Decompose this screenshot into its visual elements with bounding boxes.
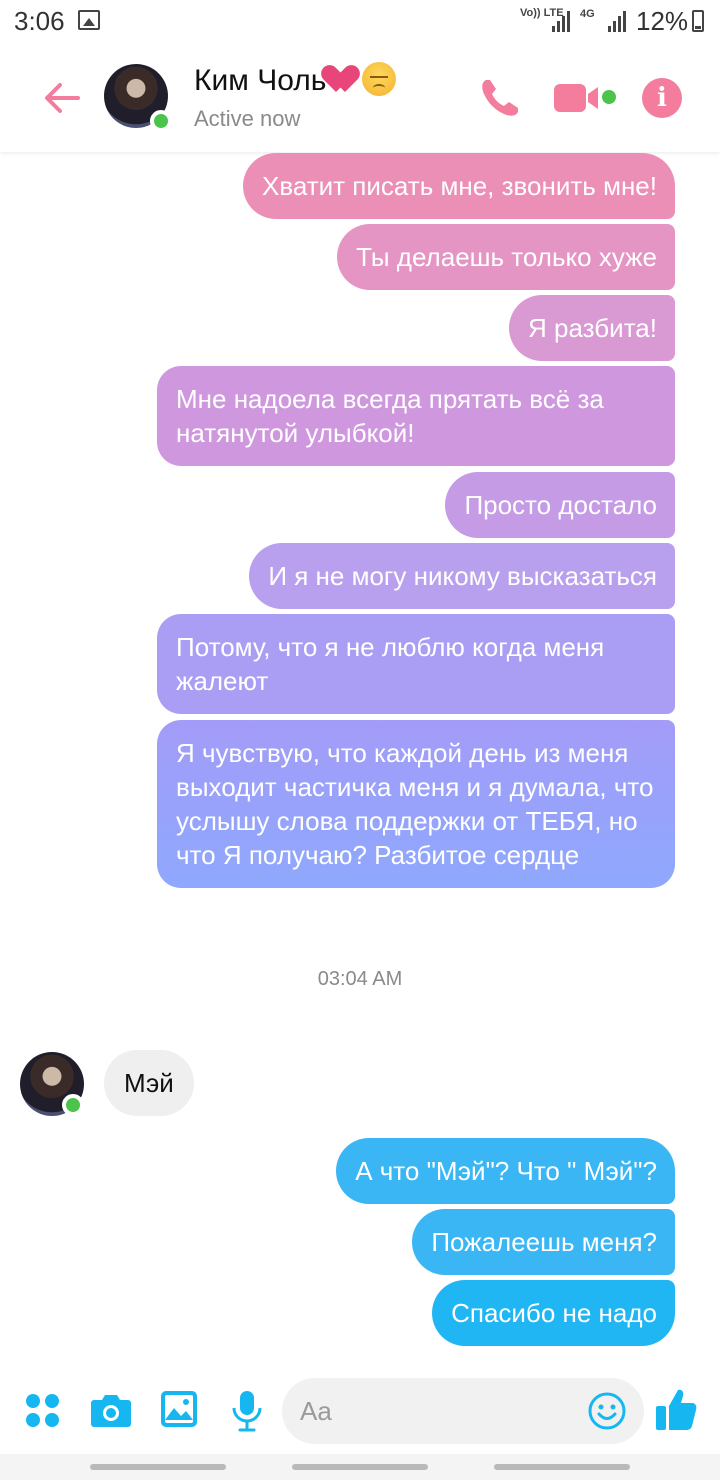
status-bar: 3:06 Vo)) LTE 4G 12%	[0, 0, 720, 44]
microphone-icon[interactable]	[230, 1390, 264, 1432]
phone-icon[interactable]	[476, 74, 524, 122]
signal-icon	[552, 10, 572, 32]
back-arrow-icon[interactable]	[40, 76, 84, 120]
sent-message[interactable]: Потому, что я не люблю когда меня жалеют	[157, 614, 675, 714]
sender-avatar[interactable]	[20, 1052, 84, 1116]
contact-status: Active now	[194, 106, 301, 131]
video-camera-icon[interactable]	[552, 80, 602, 116]
battery-level: 12%	[636, 6, 689, 36]
sent-message[interactable]: И я не могу никому высказаться	[249, 543, 675, 609]
gallery-icon[interactable]	[160, 1390, 198, 1428]
sent-message[interactable]: Мне надоела всегда прятать всё за натяну…	[157, 366, 675, 466]
apps-icon[interactable]	[26, 1394, 60, 1428]
contact-name-text: Ким Чоль	[194, 64, 327, 97]
emoji-icon[interactable]	[588, 1392, 626, 1430]
thumbs-up-icon[interactable]	[654, 1386, 698, 1432]
signal-icon-2	[608, 10, 628, 32]
pensive-face-emoji-icon	[362, 62, 397, 96]
battery-icon	[692, 10, 704, 32]
image-notification-icon	[78, 10, 100, 30]
sent-message[interactable]: Я разбита!	[509, 295, 675, 361]
message-input-placeholder: Aa	[300, 1396, 332, 1426]
sent-message[interactable]: Пожалеешь меня?	[412, 1209, 675, 1275]
nav-home-button[interactable]	[292, 1464, 428, 1470]
info-icon[interactable]: i	[642, 78, 682, 118]
sent-message[interactable]: Спасибо не надо	[432, 1280, 675, 1346]
contact-avatar[interactable]	[104, 64, 172, 132]
online-indicator	[150, 110, 172, 132]
system-nav-bar	[0, 1454, 720, 1480]
nav-recents-button[interactable]	[90, 1464, 226, 1470]
camera-icon[interactable]	[90, 1392, 132, 1428]
message-composer: Aa	[0, 1370, 720, 1454]
status-time: 3:06	[14, 6, 65, 36]
sent-message[interactable]: Хватит писать мне, звонить мне!	[242, 153, 675, 219]
broken-heart-emoji-icon	[328, 64, 362, 94]
nav-back-button[interactable]	[494, 1464, 630, 1470]
message-input[interactable]: Aa	[282, 1378, 644, 1444]
sent-message[interactable]: Я чувствую, что каждой день из меня выхо…	[157, 720, 675, 888]
received-message[interactable]: Мэй	[104, 1050, 194, 1116]
online-indicator	[62, 1094, 84, 1116]
video-active-dot	[602, 90, 616, 104]
network-type: 4G	[580, 8, 595, 20]
sent-message[interactable]: А что "Мэй"? Что " Мэй"?	[336, 1138, 675, 1204]
message-timestamp: 03:04 AM	[317, 968, 403, 990]
sent-message[interactable]: Ты делаешь только хуже	[337, 224, 675, 290]
contact-name[interactable]: Ким Чоль	[194, 62, 397, 98]
chat-header: Ким Чоль Active now i	[0, 50, 720, 152]
sent-message[interactable]: Просто достало	[445, 472, 675, 538]
